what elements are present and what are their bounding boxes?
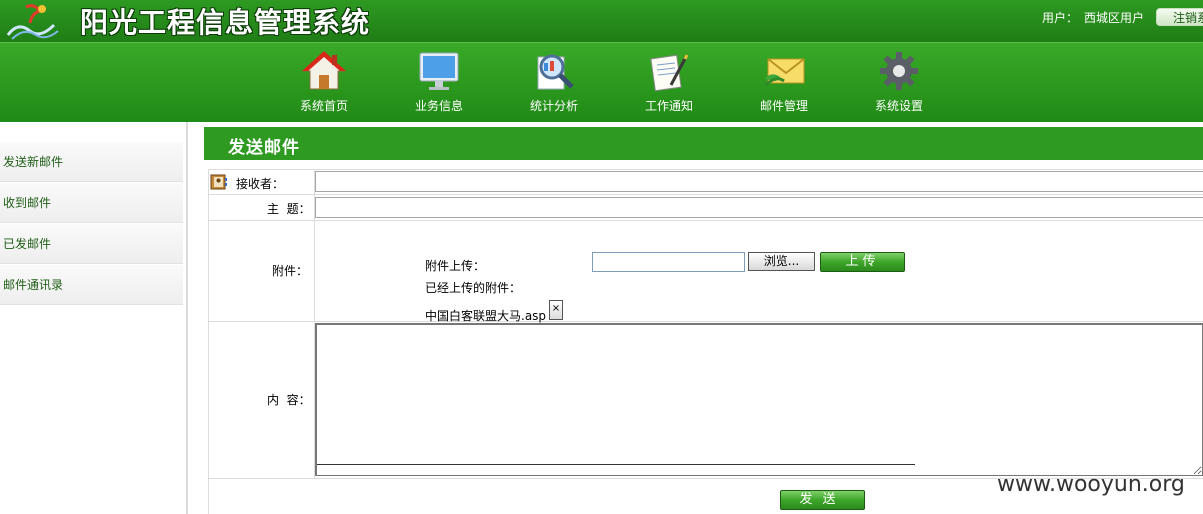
app-title: 阳光工程信息管理系统 xyxy=(80,6,371,39)
row-divider xyxy=(208,169,1203,170)
section-header: 发送邮件 xyxy=(204,127,1203,160)
upload-button[interactable]: 上传 xyxy=(820,252,905,272)
page-title: 发送邮件 xyxy=(228,138,300,158)
nav-label: 邮件管理 xyxy=(759,99,808,113)
user-name: 西城区用户 xyxy=(1084,11,1145,25)
user-label: 用户： xyxy=(1042,11,1079,25)
browse-button[interactable]: 浏览... xyxy=(748,252,815,271)
sidebar: 发送新邮件 收到邮件 已发邮件 邮件通讯录 xyxy=(0,122,188,514)
house-icon xyxy=(302,51,346,90)
file-path-input[interactable] xyxy=(592,252,745,272)
recipient-label: 接收者： xyxy=(236,177,285,191)
nav-item-statistics[interactable]: 统计分析 xyxy=(509,49,599,114)
uploaded-attachments-label: 已经上传的附件： xyxy=(425,281,522,295)
attachment-upload-label: 附件上传： xyxy=(425,259,486,273)
nav-item-settings[interactable]: 系统设置 xyxy=(854,49,944,114)
envelope-icon xyxy=(764,58,805,87)
nav-label: 统计分析 xyxy=(529,99,578,113)
subject-input[interactable] xyxy=(315,197,1203,218)
document-pen-icon xyxy=(650,54,689,92)
attachment-label: 附件： xyxy=(272,264,309,278)
gear-icon xyxy=(880,52,918,90)
sidebar-item-send-new[interactable]: 发送新邮件 xyxy=(0,142,183,182)
nav-item-home[interactable]: 系统首页 xyxy=(279,49,369,114)
top-banner: 阳光工程信息管理系统 用户： 西城区用户 注销系 xyxy=(0,0,1203,42)
content-divider xyxy=(317,464,915,465)
recipient-input[interactable] xyxy=(315,171,1203,192)
address-book-icon[interactable] xyxy=(210,174,228,190)
subject-label: 主 题： xyxy=(267,202,311,216)
content-label: 内 容： xyxy=(267,393,311,407)
nav-label: 系统设置 xyxy=(874,99,923,113)
nav-label: 业务信息 xyxy=(414,99,463,113)
nav-item-business[interactable]: 业务信息 xyxy=(394,49,484,114)
main-nav: 系统首页 业务信息 统计分析 工作通知 邮件管理 系统设置 xyxy=(0,42,1203,122)
content-textarea[interactable] xyxy=(315,323,1203,476)
nav-label: 系统首页 xyxy=(299,99,348,113)
magnifier-icon xyxy=(537,54,574,90)
row-divider xyxy=(208,194,1203,195)
sidebar-item-contacts[interactable]: 邮件通讯录 xyxy=(0,265,183,305)
sidebar-item-sent[interactable]: 已发邮件 xyxy=(0,224,183,264)
row-divider xyxy=(208,220,1203,221)
send-button[interactable]: 发送 xyxy=(780,490,865,510)
monitor-icon xyxy=(419,52,459,90)
uploaded-file-name: 中国白客联盟大马.asp xyxy=(425,309,547,323)
logout-button[interactable]: 注销系 xyxy=(1156,8,1203,26)
watermark: www.wooyun.org xyxy=(997,472,1185,497)
row-divider xyxy=(208,321,1203,322)
nav-item-mail[interactable]: 邮件管理 xyxy=(739,49,829,114)
nav-item-notices[interactable]: 工作通知 xyxy=(624,49,714,114)
sidebar-item-inbox[interactable]: 收到邮件 xyxy=(0,183,183,223)
delete-attachment-button[interactable]: × xyxy=(549,300,563,320)
user-info: 用户： 西城区用户 xyxy=(1042,9,1150,26)
logo-icon xyxy=(6,4,59,40)
nav-label: 工作通知 xyxy=(644,99,693,113)
